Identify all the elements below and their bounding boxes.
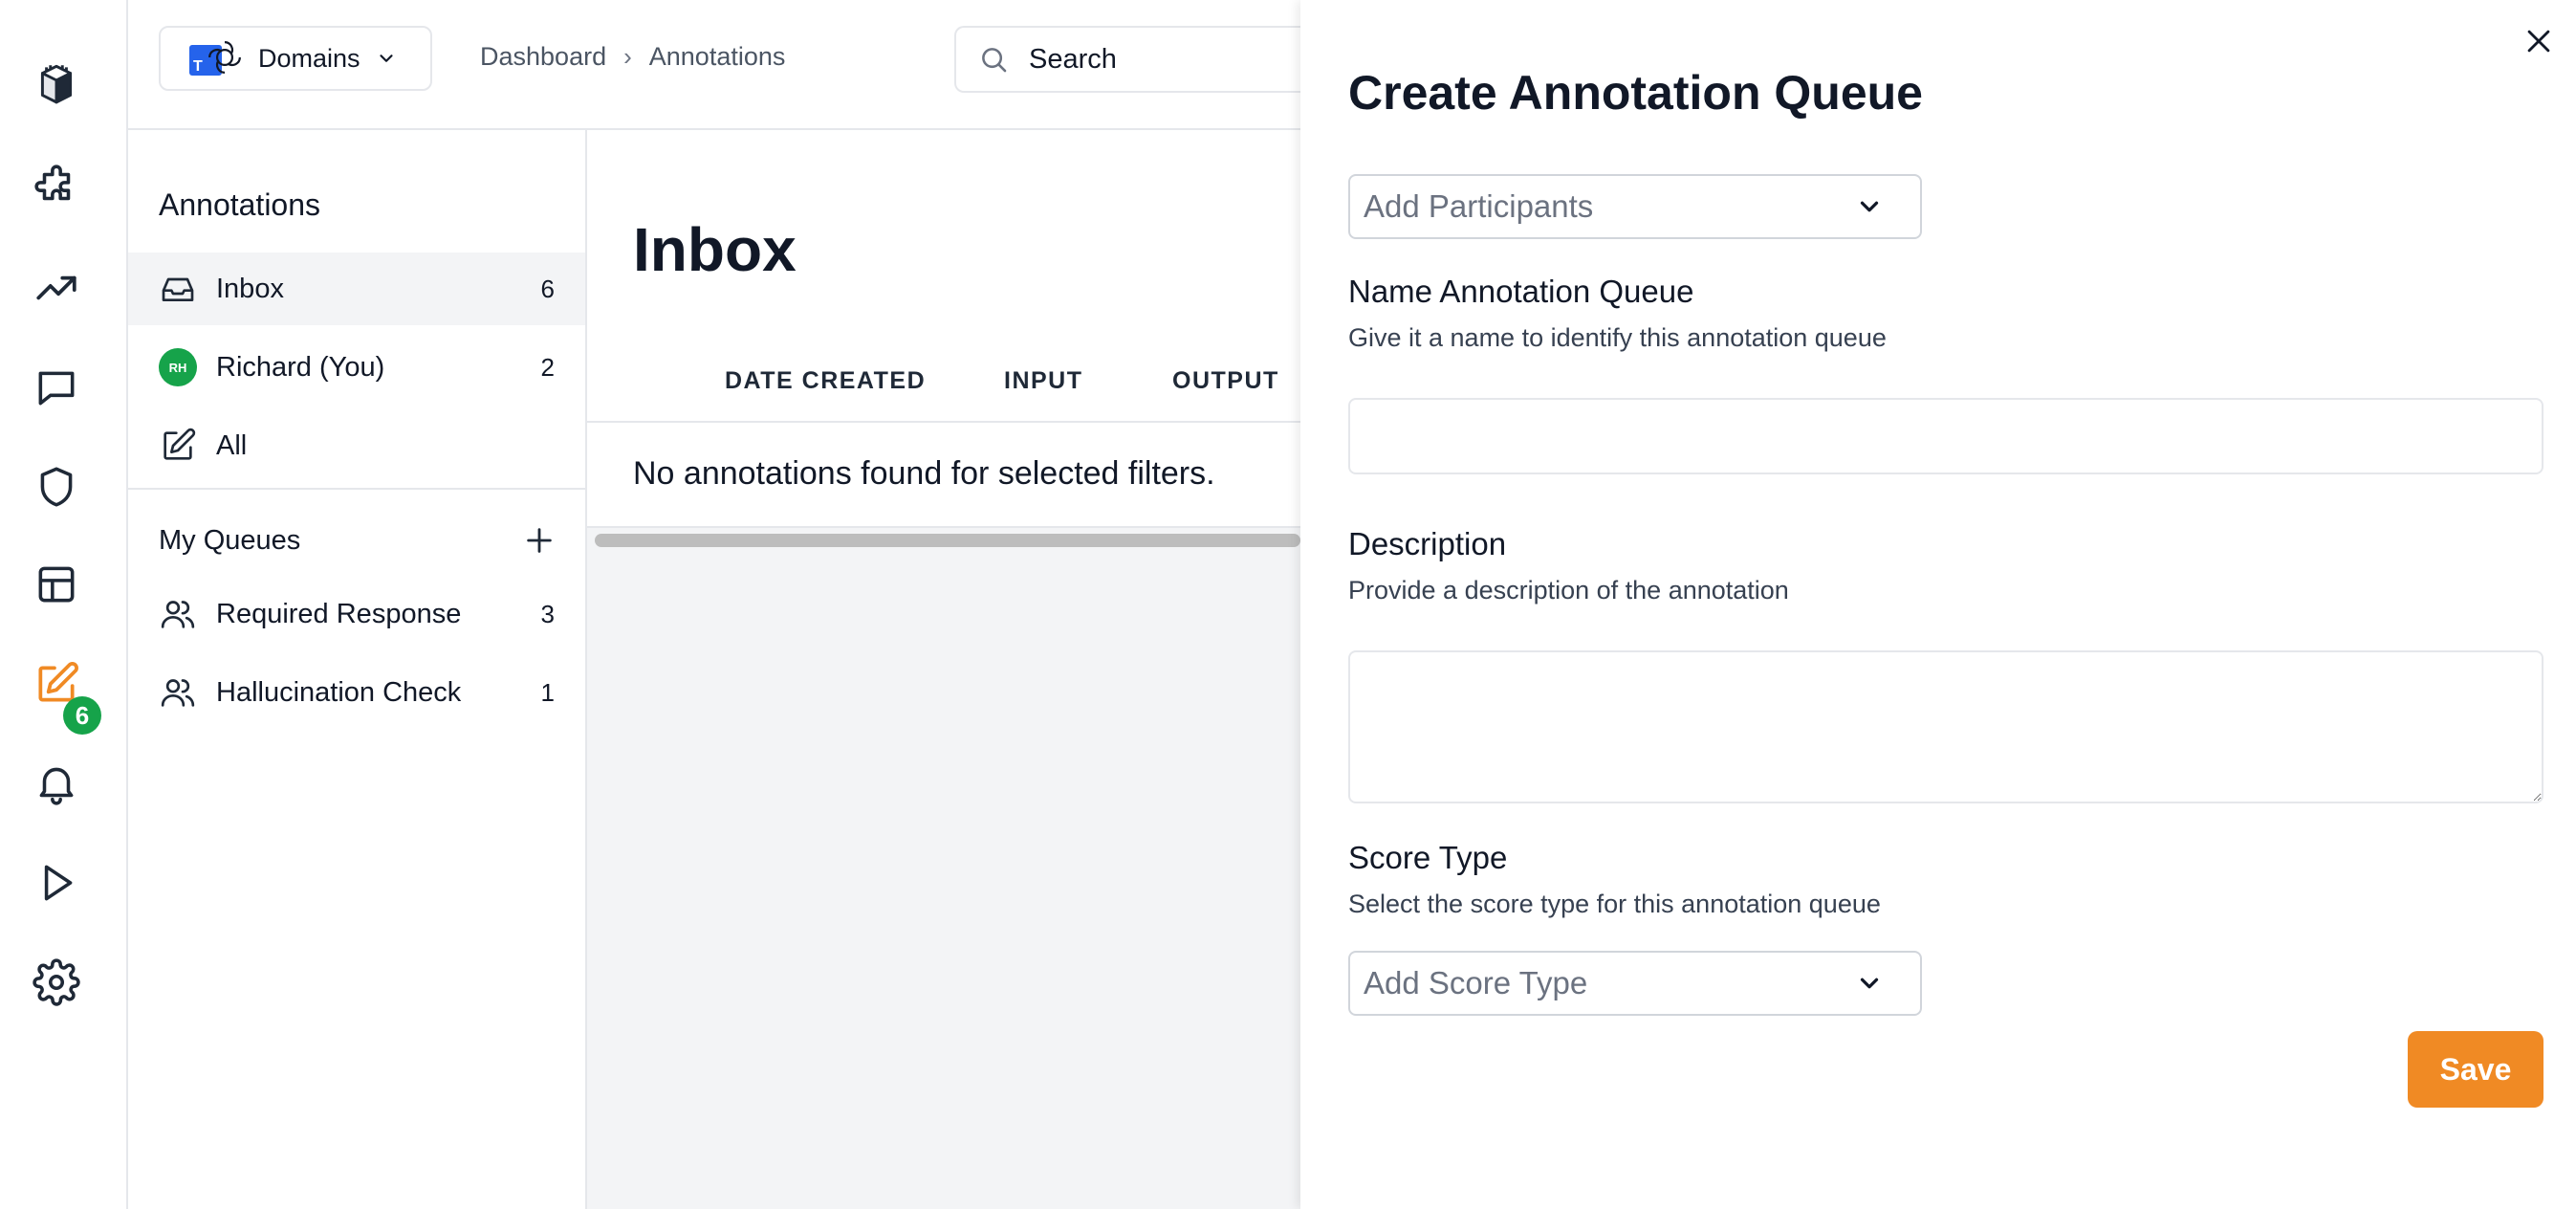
inbox-icon [162,277,194,301]
queue-label: Hallucination Check [216,676,462,708]
header-divider [587,421,1300,423]
search-input[interactable]: Search [954,26,1318,93]
sidebar-divider [128,488,585,490]
close-button[interactable] [2515,17,2563,65]
search-placeholder: Search [1029,43,1117,75]
chevron-right-icon: › [623,42,632,71]
plus-icon [527,528,552,553]
domains-label: Domains [258,43,360,73]
chevron-down-icon [1860,978,1879,989]
search-icon [982,48,1007,73]
shield-icon[interactable] [29,459,84,515]
add-queue-button[interactable] [518,519,560,561]
domain-logo-icon: T [189,39,243,77]
sidebar-item-richard[interactable]: RH Richard (You) 2 [128,331,585,404]
sidebar-title: Annotations [159,187,321,222]
sidebar-item-count: 6 [540,274,555,303]
sidebar-item-label: Inbox [216,273,284,304]
score-type-select[interactable]: Add Score Type [1348,951,1922,1016]
drawer-title: Create Annotation Queue [1348,66,1923,120]
create-queue-drawer: Create Annotation Queue Add Participants… [1300,0,2576,1209]
icon-rail: 6 [0,0,128,1209]
sidebar-item-label: Richard (You) [216,351,385,383]
bell-icon[interactable] [29,756,84,811]
gear-icon[interactable] [29,955,84,1010]
table-icon[interactable] [29,557,84,612]
play-icon[interactable] [29,855,84,911]
puzzle-icon[interactable] [29,159,84,214]
sidebar-item-label: All [216,429,248,461]
empty-state-message: No annotations found for selected filter… [633,455,1215,492]
score-type-label: Score Type [1348,840,1508,875]
inbox-panel: Inbox DATE CREATED INPUT OUTPUT No annot… [587,130,1300,526]
sidebar-item-hallucination-check[interactable]: Hallucination Check 1 [128,656,585,729]
breadcrumb-annotations[interactable]: Annotations [649,42,786,72]
chevron-down-icon [1860,201,1879,212]
queue-count: 1 [540,677,555,707]
description-label: Description [1348,526,1507,561]
chevron-down-icon [379,55,393,62]
breadcrumb: Dashboard › Annotations [480,42,785,72]
name-label: Name Annotation Queue [1348,274,1694,309]
avatar: RH [159,348,197,386]
annotations-sidebar: Annotations Inbox 6 RH Richard (You) 2 A… [128,130,587,1209]
description-textarea[interactable] [1348,650,2543,803]
breadcrumb-dashboard[interactable]: Dashboard [480,42,606,72]
column-header-date-created[interactable]: DATE CREATED [725,367,926,395]
users-icon [161,679,195,707]
notification-badge: 6 [63,696,101,735]
main-content: Inbox DATE CREATED INPUT OUTPUT No annot… [587,130,1300,1209]
name-help: Give it a name to identify this annotati… [1348,323,1887,352]
participants-select[interactable]: Add Participants [1348,174,1922,239]
queue-name-input[interactable] [1348,398,2543,474]
domains-dropdown[interactable]: T Domains [159,26,432,91]
column-header-input[interactable]: INPUT [1004,367,1083,395]
trending-up-icon[interactable] [29,260,84,316]
edit-icon [164,428,196,460]
sidebar-item-count: 2 [540,352,555,382]
queue-label: Required Response [216,598,462,629]
page-title: Inbox [633,215,797,284]
score-type-placeholder: Add Score Type [1364,965,1588,1000]
score-type-help: Select the score type for this annotatio… [1348,890,1881,918]
castle-logo-icon[interactable] [29,55,84,111]
column-header-output[interactable]: OUTPUT [1172,367,1279,395]
sidebar-item-all[interactable]: All [128,409,585,482]
participants-placeholder: Add Participants [1364,188,1594,224]
sidebar-item-inbox[interactable]: Inbox 6 [128,253,585,325]
close-icon [2527,30,2550,53]
queue-count: 3 [540,599,555,628]
description-help: Provide a description of the annotation [1348,576,1789,604]
table-bottom-border [587,526,1300,528]
message-icon[interactable] [29,360,84,415]
save-button[interactable]: Save [2408,1031,2543,1108]
horizontal-scrollbar[interactable] [595,534,1300,547]
sidebar-item-required-response[interactable]: Required Response 3 [128,578,585,650]
my-queues-title: My Queues [159,524,301,556]
top-bar: T Domains Dashboard › Annotations Search [128,0,1318,130]
my-queues-header: My Queues [159,517,560,564]
users-icon [161,601,195,628]
